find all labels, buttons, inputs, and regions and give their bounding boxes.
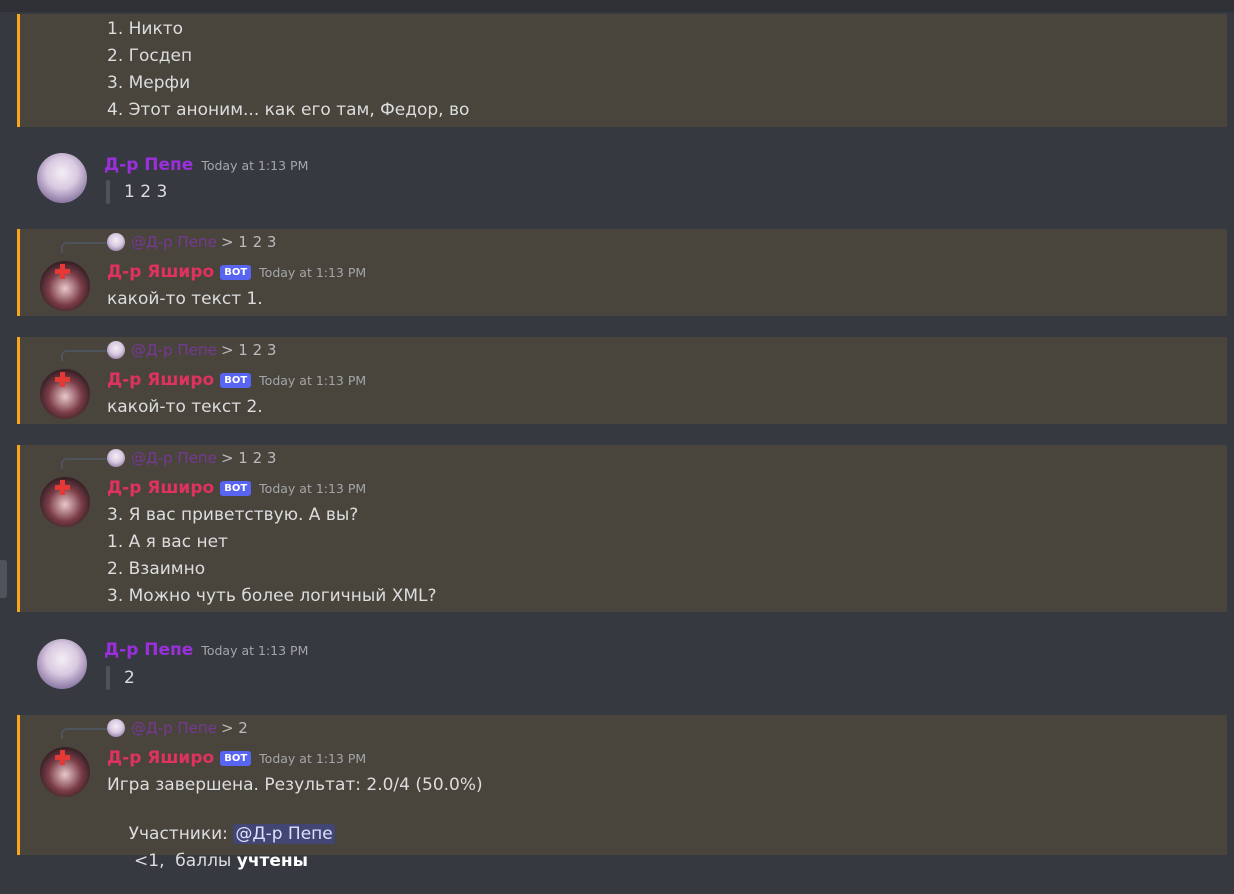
reply-snippet: > 1 2 3 (220, 449, 277, 467)
reply-avatar (107, 341, 125, 359)
reply-preview[interactable]: @Д-р Пепе > 1 2 3 (107, 340, 276, 360)
message-line: какой-то текст 1. (107, 289, 263, 309)
message-line: 2. Госдеп (107, 46, 193, 66)
reply-author[interactable]: @Д-р Пепе (131, 719, 217, 737)
timestamp: Today at 1:13 PM (259, 373, 367, 388)
bot-avatar[interactable] (40, 747, 90, 797)
reply-avatar (107, 233, 125, 251)
author-name[interactable]: Д-р Яширо (107, 262, 214, 282)
scrollbar-thumb[interactable] (0, 560, 7, 598)
message-line: 1. А я вас нет (107, 532, 228, 552)
reply-preview[interactable]: @Д-р Пепе > 1 2 3 (107, 232, 276, 252)
message-bot-reply: @Д-р Пепе > 1 2 3 Д-р Яширо BOT Today at 1:… (17, 337, 1227, 424)
red-cross-icon (55, 372, 70, 387)
bot-avatar[interactable] (40, 261, 90, 311)
message-continued: 1. Никто 2. Госдеп 3. Мерфи 4. Этот анон… (17, 14, 1227, 127)
message-line: 3. Мерфи (107, 73, 191, 93)
red-cross-icon (55, 480, 70, 495)
timestamp: Today at 1:13 PM (259, 265, 367, 280)
message-line: 3. Можно чуть более логичный XML? (107, 586, 437, 606)
red-cross-icon (55, 750, 70, 765)
author-name[interactable]: Д-р Яширо (107, 748, 214, 768)
message-line: какой-то текст 2. (107, 397, 263, 417)
result-line: Игра завершена. Результат: 2.0/4 (50.0%) (107, 775, 483, 795)
blockquote-bar (106, 180, 110, 204)
score-line: <1, баллы учтены (107, 828, 308, 894)
reply-spine (61, 458, 109, 469)
user-avatar[interactable] (37, 639, 87, 689)
reply-preview[interactable]: @Д-р Пепе > 1 2 3 (107, 448, 276, 468)
message-pepe: Д-р Пепе Today at 1:13 PM 1 2 3 (17, 140, 1227, 215)
message-line: 2. Взаимно (107, 559, 206, 579)
reply-snippet: > 2 (220, 719, 248, 737)
bot-badge: BOT (220, 373, 252, 388)
reply-preview[interactable]: @Д-р Пепе > 2 (107, 718, 248, 738)
timestamp: Today at 1:13 PM (259, 481, 367, 496)
user-avatar[interactable] (37, 153, 87, 203)
reply-spine (61, 242, 109, 253)
reply-avatar (107, 719, 125, 737)
message-bot-reply: @Д-р Пепе > 1 2 3 Д-р Яширо BOT Today at 1:… (17, 445, 1227, 612)
author-name[interactable]: Д-р Пепе (104, 155, 193, 175)
message-pepe: Д-р Пепе Today at 1:13 PM 2 (17, 626, 1227, 702)
bot-badge: BOT (220, 751, 252, 766)
score-prefix: <1, баллы (128, 851, 237, 871)
message-line: 4. Этот аноним... как его там, Федор, во (107, 100, 470, 120)
message-line: 1. Никто (107, 19, 184, 39)
message-line: 3. Я вас приветствую. А вы? (107, 505, 359, 525)
reply-spine (61, 728, 109, 739)
reply-spine (61, 350, 109, 361)
reply-author[interactable]: @Д-р Пепе (131, 341, 217, 359)
message-bot-reply: @Д-р Пепе > 1 2 3 Д-р Яширо BOT Today at 1:… (17, 229, 1227, 316)
timestamp: Today at 1:13 PM (201, 158, 309, 173)
red-cross-icon (55, 264, 70, 279)
message-bot-reply: @Д-р Пепе > 2 Д-р Яширо BOT Today at 1:13 P… (17, 715, 1227, 871)
reply-author[interactable]: @Д-р Пепе (131, 233, 217, 251)
blockquote-bar (106, 666, 110, 690)
reply-author[interactable]: @Д-р Пепе (131, 449, 217, 467)
bot-avatar[interactable] (40, 477, 90, 527)
timestamp: Today at 1:13 PM (259, 751, 367, 766)
top-bar (0, 0, 1234, 12)
bot-avatar[interactable] (40, 369, 90, 419)
reply-snippet: > 1 2 3 (220, 233, 277, 251)
author-name[interactable]: Д-р Яширо (107, 478, 214, 498)
reply-snippet: > 1 2 3 (220, 341, 277, 359)
score-status: учтены (236, 851, 309, 871)
reply-avatar (107, 449, 125, 467)
quote-text: 2 (124, 668, 135, 688)
timestamp: Today at 1:13 PM (201, 643, 309, 658)
author-name[interactable]: Д-р Яширо (107, 370, 214, 390)
author-name[interactable]: Д-р Пепе (104, 640, 193, 660)
quote-text: 1 2 3 (124, 182, 168, 202)
bot-badge: BOT (220, 481, 252, 496)
bot-badge: BOT (220, 265, 252, 280)
